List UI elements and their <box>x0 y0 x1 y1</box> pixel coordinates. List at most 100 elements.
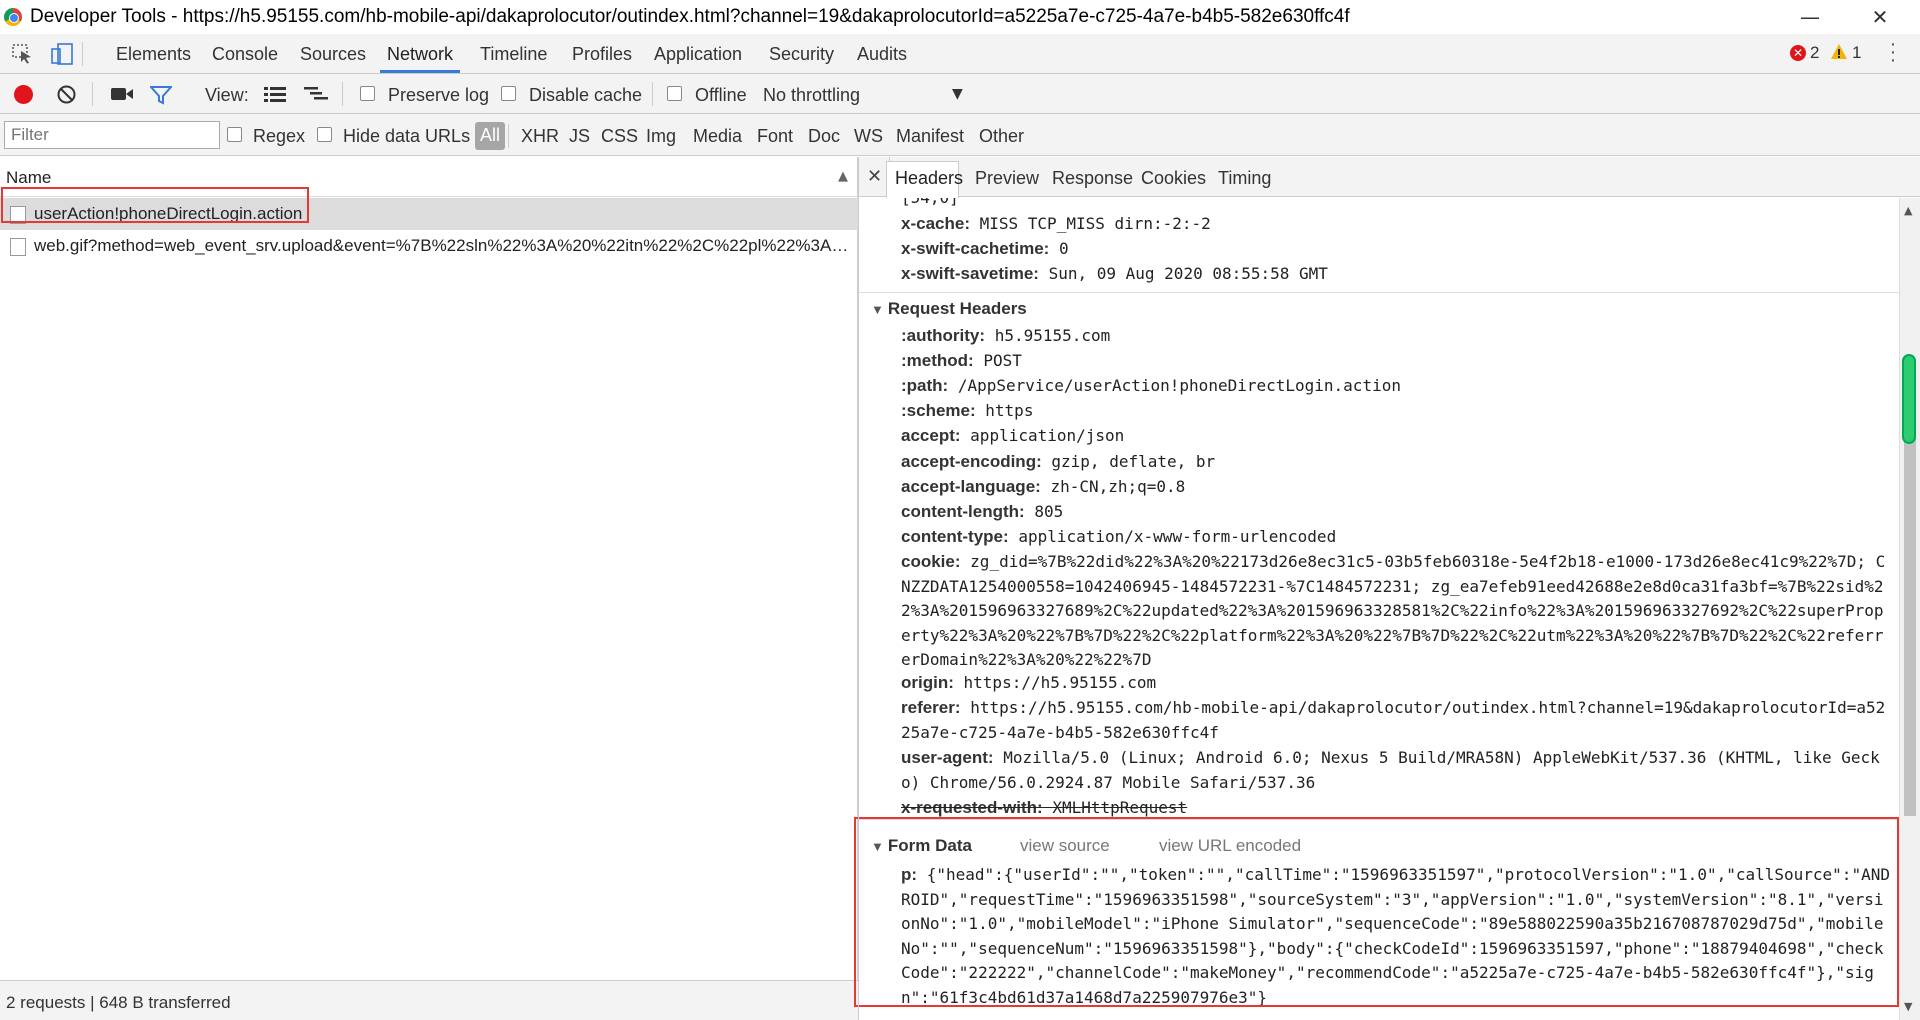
filter-type-css[interactable]: CSS <box>601 126 638 147</box>
request-headers-section-toggle[interactable]: ▼ Request Headers <box>871 299 1027 319</box>
filter-type-font[interactable]: Font <box>757 126 793 147</box>
referer-header: referer: https://h5.95155.com/hb-mobile-… <box>901 698 1886 742</box>
tab-audits[interactable]: Audits <box>857 44 907 65</box>
error-icon: ✕ <box>1790 45 1806 61</box>
request-details-pane: ✕ Headers Preview Response Cookies Timin… <box>854 157 1920 1020</box>
offline-checkbox[interactable] <box>667 86 682 101</box>
tab-application[interactable]: Application <box>654 44 742 65</box>
filter-type-js[interactable]: JS <box>569 126 590 147</box>
filter-bar: Regex Hide data URLs All XHR JS CSS Img … <box>0 114 1920 156</box>
chrome-logo-icon <box>4 8 22 26</box>
tab-profiles[interactable]: Profiles <box>572 44 632 65</box>
restore-button[interactable] <box>1792 4 1832 30</box>
offline-label: Offline <box>695 85 747 105</box>
header-line: x-requested-with: XMLHttpRequest <box>901 798 1188 817</box>
more-options-icon[interactable]: · · · <box>1888 34 1898 70</box>
tab-elements[interactable]: Elements <box>116 44 191 65</box>
cookie-header: cookie: zg_did=%7B%22did%22%3A%20%22173d… <box>901 552 1886 669</box>
filter-type-ws[interactable]: WS <box>854 126 883 147</box>
header-line: :path: /AppService/userAction!phoneDirec… <box>901 376 1401 395</box>
tab-console[interactable]: Console <box>212 44 278 65</box>
tab-timeline[interactable]: Timeline <box>480 44 547 65</box>
header-line: content-type: application/x-www-form-url… <box>901 527 1337 546</box>
hide-data-urls-label: Hide data URLs <box>343 126 471 146</box>
filter-type-all[interactable]: All <box>475 122 506 150</box>
warning-count[interactable]: 1 <box>1852 43 1861 63</box>
highlight-box <box>1 187 309 223</box>
header-line: origin: https://h5.95155.com <box>901 673 1157 692</box>
filter-type-doc[interactable]: Doc <box>808 126 840 147</box>
header-line: x-swift-savetime: Sun, 09 Aug 2020 08:55… <box>901 264 1328 283</box>
section-divider <box>859 292 1899 293</box>
scroll-marker <box>1902 354 1916 444</box>
network-toolbar: View: Preserve log Disable cache Offline… <box>0 74 1920 114</box>
tab-preview[interactable]: Preview <box>975 168 1039 189</box>
capture-screenshots-icon[interactable] <box>110 86 134 102</box>
header-line: accept: application/json <box>901 426 1125 445</box>
tab-sources[interactable]: Sources <box>300 44 366 65</box>
filter-type-manifest[interactable]: Manifest <box>896 126 964 147</box>
tab-timing[interactable]: Timing <box>1218 168 1271 189</box>
header-line: [54,0] <box>901 198 959 207</box>
scrollbar-thumb[interactable] <box>1904 396 1916 816</box>
request-name[interactable]: web.gif?method=web_event_srv.upload&even… <box>34 236 854 256</box>
close-details-icon[interactable]: ✕ <box>867 166 882 187</box>
throttling-select[interactable]: No throttling <box>763 85 860 106</box>
record-button-icon[interactable] <box>14 85 33 104</box>
header-line: content-length: 805 <box>901 502 1064 521</box>
filter-type-media[interactable]: Media <box>693 126 742 147</box>
preserve-log-label: Preserve log <box>388 85 490 105</box>
regex-label: Regex <box>253 126 306 146</box>
device-toolbar-icon[interactable] <box>50 43 74 65</box>
request-summary: 2 requests | 648 B transferred <box>6 993 231 1012</box>
header-line: :authority: h5.95155.com <box>901 326 1111 345</box>
tab-cookies[interactable]: Cookies <box>1141 168 1206 189</box>
inspect-element-icon[interactable] <box>12 44 34 64</box>
detail-tabs: ✕ Headers Preview Response Cookies Timin… <box>859 157 1920 198</box>
tab-network[interactable]: Network <box>387 44 453 65</box>
scroll-up-icon[interactable]: ▲ <box>1904 204 1912 217</box>
toolbar-divider <box>508 124 509 148</box>
tab-headers[interactable]: Headers <box>895 168 963 189</box>
toolbar-divider <box>92 82 93 106</box>
pane-splitter[interactable] <box>858 157 859 1020</box>
header-line: accept-encoding: gzip, deflate, br <box>901 452 1216 471</box>
name-column-label: Name <box>6 168 52 187</box>
details-scrollbar[interactable]: ▲ ▼ <box>1899 198 1920 1020</box>
user-agent-header: user-agent: Mozilla/5.0 (Linux; Android … <box>901 748 1880 792</box>
filter-input[interactable] <box>4 121 220 149</box>
waterfall-overview-icon[interactable] <box>304 86 330 102</box>
highlight-box <box>854 817 1899 1007</box>
chevron-down-icon[interactable]: ▼ <box>952 86 963 102</box>
error-count[interactable]: 2 <box>1810 43 1819 63</box>
clear-icon[interactable] <box>56 84 77 105</box>
disable-cache-checkbox[interactable] <box>501 86 516 101</box>
header-line: :scheme: https <box>901 401 1034 420</box>
filter-type-img[interactable]: Img <box>646 126 676 147</box>
request-file-icon <box>10 238 26 256</box>
header-line: x-cache: MISS TCP_MISS dirn:-2:-2 <box>901 214 1211 233</box>
regex-checkbox[interactable] <box>227 127 242 142</box>
request-row[interactable]: web.gif?method=web_event_srv.upload&even… <box>0 230 858 262</box>
tab-security[interactable]: Security <box>769 44 834 65</box>
preserve-log-checkbox[interactable] <box>360 86 375 101</box>
header-line: x-swift-cachetime: 0 <box>901 239 1069 258</box>
header-line: :method: POST <box>901 351 1022 370</box>
sort-ascending-icon[interactable]: ▲ <box>838 169 848 184</box>
toolbar-divider <box>652 82 653 106</box>
scroll-down-icon[interactable]: ▼ <box>1904 1000 1912 1013</box>
window-titlebar: Developer Tools - https://h5.95155.com/h… <box>0 0 1920 34</box>
hide-data-urls-checkbox[interactable] <box>317 127 332 142</box>
toolbar-divider <box>82 42 83 66</box>
status-bar: 2 requests | 648 B transferred <box>0 980 858 1020</box>
filter-type-other[interactable]: Other <box>979 126 1024 147</box>
filter-type-xhr[interactable]: XHR <box>521 126 559 147</box>
filter-icon[interactable] <box>148 85 174 105</box>
close-window-button[interactable]: ✕ <box>1860 4 1900 30</box>
active-tab-indicator <box>380 70 460 73</box>
large-rows-icon[interactable] <box>264 86 286 102</box>
tab-response[interactable]: Response <box>1052 168 1133 189</box>
requests-pane: Name ▲ userAction!phoneDirectLogin.actio… <box>0 157 858 1020</box>
devtools-main-tabs: Elements Console Sources Network Timelin… <box>0 34 1920 74</box>
disable-cache-label: Disable cache <box>529 85 643 105</box>
